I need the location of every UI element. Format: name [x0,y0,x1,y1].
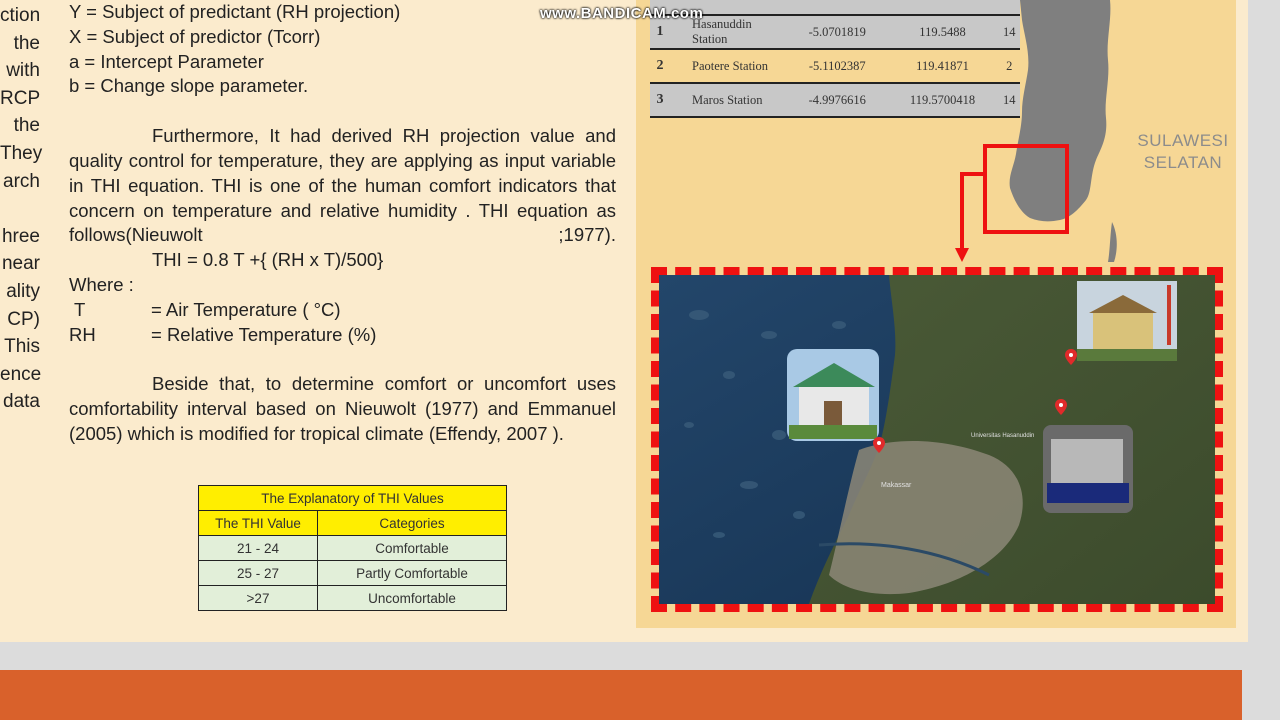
table-row: >27 Uncomfortable [198,585,507,611]
left-fragment-text: ality [6,280,40,302]
station-photo-paotere [787,349,879,441]
left-fragment-text: RCP [0,87,41,109]
variable-t-value: = Air Temperature ( °C) [151,298,341,320]
station-photo-hasanuddin [1043,425,1133,513]
thi-range: >27 [198,585,318,611]
left-fragment-text: hree [1,225,40,247]
paragraph-thi: Furthermore, It had derived RH projectio… [69,125,616,246]
station-number: 2 [650,49,670,84]
definition-a: a = Intercept Parameter [69,50,264,72]
station-photo-maros [1077,281,1177,361]
island-label-line1: SULAWESI [1137,131,1229,150]
study-area-highlight-box [983,144,1069,234]
thi-category: Uncomfortable [317,585,507,611]
left-fragment-text: CP) [7,308,40,330]
left-fragment-text: arch [3,170,40,192]
where-label: Where : [69,273,134,295]
left-fragment-text: near [1,253,40,275]
paragraph-comfort: Beside that, to determine comfort or unc… [69,373,616,444]
station-elevation: 14 [998,83,1020,118]
variable-rh-key: RH [69,323,96,345]
left-fragment-text [0,195,40,223]
main-text-column: Y = Subject of predictant (RH projection… [69,0,616,447]
thi-equation: THI = 0.8 T +{ (RH x T)/500} [152,249,384,271]
station-latitude: -5.1102387 [788,49,887,84]
satellite-map-frame: Makassar Universitas Hasanuddin [651,267,1223,612]
map-city-label: Makassar [881,482,912,489]
station-number: 3 [650,83,670,118]
arrow-down-icon [955,172,984,262]
left-fragment-text: This [4,336,40,358]
map-campus-label: Universitas Hasanuddin [971,433,1034,439]
table-row: 25 - 27 Partly Comfortable [198,560,507,586]
station-latitude: -5.0701819 [788,15,887,50]
left-fragment-text: ence [0,363,42,385]
thi-range: 25 - 27 [198,560,318,586]
island-label-line2: SELATAN [1143,153,1223,172]
thi-category: Comfortable [317,535,507,561]
station-elevation: 14 [998,15,1020,50]
station-elevation: 2 [998,49,1020,84]
station-name: Paotere Station [670,49,788,84]
thi-range: 21 - 24 [198,535,318,561]
thi-table-caption: The Explanatory of THI Values [198,485,507,511]
thi-category: Partly Comfortable [317,560,507,586]
variable-t-key: T [74,298,86,320]
definition-y: Y = Subject of predictant (RH projection… [69,1,401,22]
landmass-tail [1108,222,1117,262]
variable-rh-value: = Relative Temperature (%) [151,323,377,345]
thi-table-header-value: The THI Value [198,510,318,536]
left-column-fragments: ction the with RCP the They arch hree near ality C… [0,2,43,416]
table-row: 2 Paotere Station -5.1102387 119.41871 2 [650,49,1020,84]
left-fragment-text: with [6,60,40,82]
station-longitude: 119.5700418 [886,83,999,118]
station-longitude: 119.5488 [886,15,999,50]
bandicam-watermark: www.BANDICAM.com [540,5,704,22]
thi-table-header-category: Categories [317,510,507,536]
left-fragment-text: They [0,142,43,164]
station-table: 1 Hasanuddin Station -5.0701819 119.5488… [650,0,1020,118]
left-fragment-text: the [13,115,40,137]
left-fragment-text: data [3,391,40,413]
thi-values-table: The Explanatory of THI Values The THI Va… [198,485,507,611]
variable-t: T = Air Temperature ( °C) [69,298,616,323]
island-label: SULAWESI SELATAN [1128,130,1238,174]
table-row: 3 Maros Station -4.9976616 119.5700418 1… [650,83,1020,118]
station-longitude: 119.41871 [886,49,999,84]
satellite-map: Makassar Universitas Hasanuddin [659,275,1215,604]
table-row: 1 Hasanuddin Station -5.0701819 119.5488… [650,15,1020,50]
definition-x: X = Subject of predictor (Tcorr) [69,25,321,47]
bottom-accent-band [0,670,1242,720]
definition-b: b = Change slope parameter. [69,75,309,97]
variable-rh: RH = Relative Temperature (%) [69,323,616,348]
station-latitude: -4.9976616 [788,83,887,118]
table-row: 21 - 24 Comfortable [198,535,507,561]
left-fragment-text: the [13,32,40,54]
left-fragment-text: ction [0,5,41,26]
station-name: Maros Station [670,83,788,118]
